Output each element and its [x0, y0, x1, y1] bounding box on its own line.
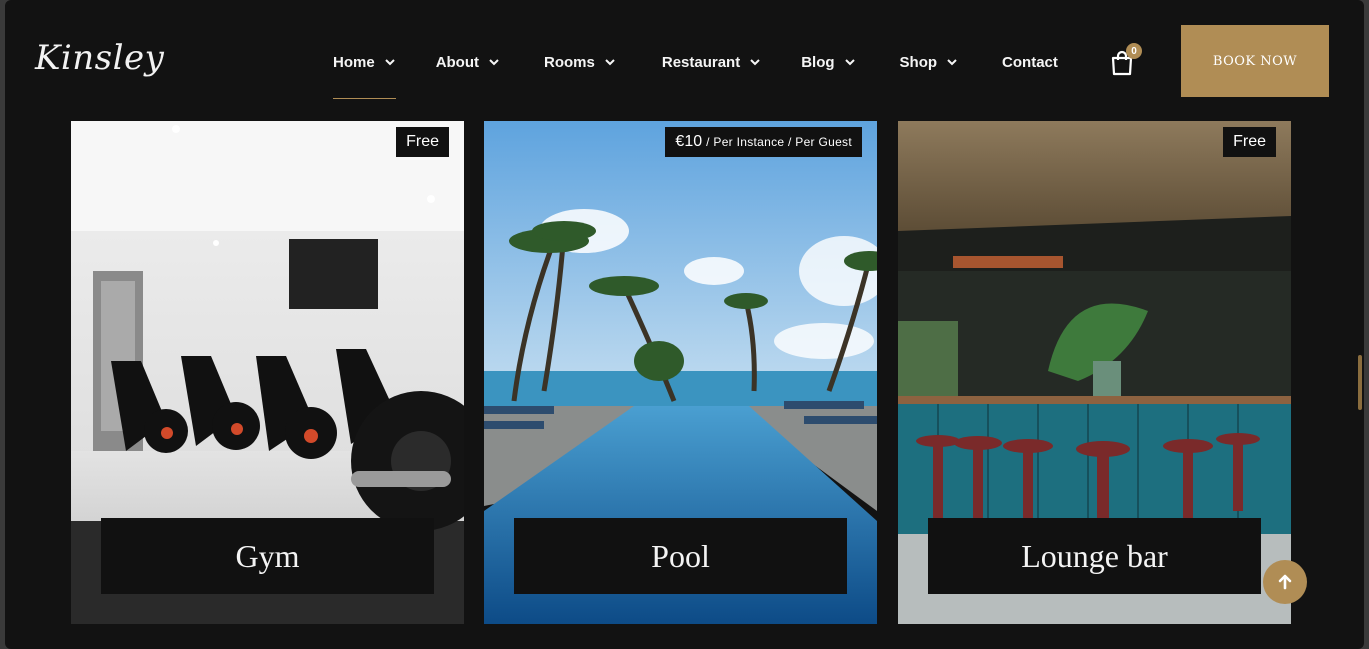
amenity-card-gym[interactable]: Free Gym	[71, 121, 464, 624]
amenity-title[interactable]: Gym	[101, 518, 434, 594]
price-tag: Free	[396, 127, 449, 157]
nav-item-home[interactable]: Home	[333, 52, 396, 99]
chevron-down-icon	[605, 59, 615, 66]
site-logo[interactable]: Kinsley	[35, 38, 164, 78]
nav-item-blog[interactable]: Blog	[801, 52, 855, 72]
chevron-down-icon	[947, 59, 957, 66]
nav-label: About	[435, 53, 480, 71]
cart-count-badge: 0	[1126, 43, 1142, 59]
price-unit: / Per Instance / Per Guest	[706, 135, 852, 149]
book-now-button[interactable]: BOOK NOW	[1181, 25, 1329, 97]
nav-label: Contact	[1002, 53, 1058, 71]
nav-item-rooms[interactable]: Rooms	[544, 52, 616, 72]
nav-item-shop[interactable]: Shop	[900, 52, 959, 72]
price-value: Free	[406, 133, 439, 150]
scroll-to-top-button[interactable]	[1263, 560, 1307, 604]
nav-label: Restaurant	[661, 53, 741, 71]
chevron-down-icon	[489, 59, 499, 66]
nav-item-restaurant[interactable]: Restaurant	[662, 52, 761, 72]
chevron-down-icon	[384, 59, 395, 66]
nav-item-contact[interactable]: Contact	[1002, 52, 1058, 72]
page-frame: Kinsley Home About Rooms Restaurant Blog…	[5, 0, 1364, 649]
nav-label: Blog	[801, 53, 835, 71]
arrow-up-icon	[1278, 574, 1292, 590]
price-value: €10	[675, 133, 703, 150]
price-tag: €10 / Per Instance / Per Guest	[665, 127, 862, 157]
nav-label: Home	[333, 53, 375, 71]
amenity-title[interactable]: Pool	[514, 518, 847, 594]
price-value: Free	[1233, 133, 1266, 150]
main-nav: Home About Rooms Restaurant Blog Shop Co…	[333, 52, 1098, 99]
amenity-card-pool[interactable]: €10 / Per Instance / Per Guest Pool	[484, 121, 877, 624]
amenity-card-lounge-bar[interactable]: Free Lounge bar	[898, 121, 1291, 624]
nav-label: Rooms	[544, 53, 595, 71]
amenity-title[interactable]: Lounge bar	[928, 518, 1261, 594]
chevron-down-icon	[844, 59, 855, 66]
scrollbar-thumb[interactable]	[1358, 355, 1362, 410]
chevron-down-icon	[750, 59, 760, 66]
price-tag: Free	[1223, 127, 1276, 157]
nav-item-about[interactable]: About	[436, 52, 500, 72]
nav-label: Shop	[899, 53, 938, 71]
